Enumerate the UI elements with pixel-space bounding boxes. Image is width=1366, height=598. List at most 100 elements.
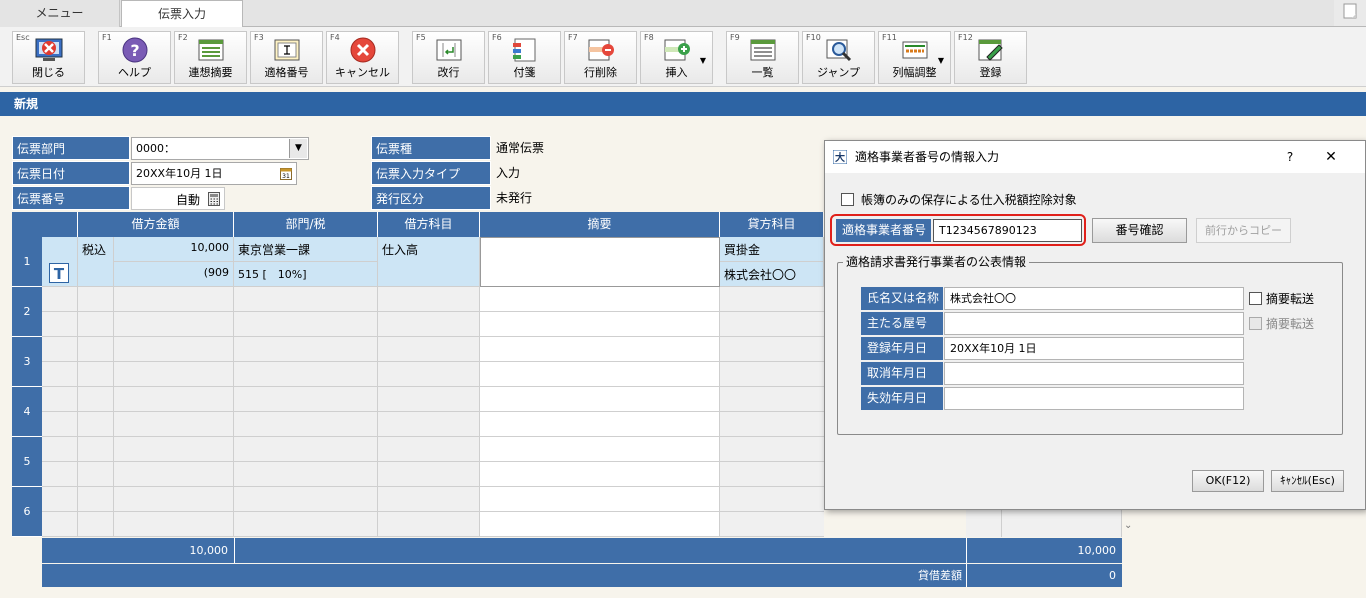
calendar-icon[interactable]: 31 (280, 167, 292, 180)
debit-amount-cell[interactable]: 10,000 (114, 237, 234, 262)
reg-number-label: 適格事業者番号 (836, 219, 931, 242)
ok-button[interactable]: OK(F12) (1192, 470, 1264, 492)
jump-button[interactable]: F10 ジャンプ (802, 31, 875, 84)
name-label: 氏名又は名称 (861, 287, 943, 310)
grid-right-columns (966, 510, 1122, 537)
fkey-label: F12 (958, 33, 973, 42)
fkey-label: F7 (568, 33, 578, 42)
transfer-summary-checkbox-disabled[interactable] (1249, 317, 1262, 330)
template-t-icon[interactable]: T (49, 263, 69, 283)
row-number[interactable]: 6 (12, 487, 42, 537)
debit-tax-amount-cell[interactable]: (909 (114, 262, 234, 287)
svg-text:?: ? (130, 41, 139, 60)
scroll-down-icon[interactable]: ⌄ (1124, 520, 1132, 531)
partner-cell[interactable]: 株式会社〇〇 (720, 262, 824, 287)
fkey-label: F8 (644, 33, 654, 42)
bookkeeping-only-label: 帳簿のみの保存による仕入税額控除対象 (861, 193, 1077, 207)
list-view-button[interactable]: F9 一覧 (726, 31, 799, 84)
button-label: 連想摘要 (188, 66, 233, 79)
balance-diff-value: 0 (966, 564, 1122, 587)
chevron-down-icon[interactable]: ▼ (289, 139, 307, 158)
newline-button[interactable]: F5 改行 (412, 31, 485, 84)
fkey-label: F3 (254, 33, 264, 42)
fkey-label: F9 (730, 33, 740, 42)
registration-date-input[interactable]: 20XX年10月 1日 (944, 337, 1244, 360)
button-label: 適格番号 (264, 66, 309, 79)
column-width-icon (902, 41, 928, 59)
cancel-date-input[interactable] (944, 362, 1244, 385)
col-header-debit-amount: 借方金額 (78, 212, 234, 237)
debit-account-cell[interactable]: 仕入高 (378, 237, 480, 287)
delete-row-icon (588, 39, 614, 61)
col-header-debit-account: 借方科目 (378, 212, 480, 237)
insert-button[interactable]: F8 ▼ 挿入 (640, 31, 713, 84)
svg-text:T: T (54, 265, 65, 283)
row-number[interactable]: 5 (12, 437, 42, 487)
close-icon[interactable]: ✕ (1321, 141, 1341, 173)
credit-account-cell[interactable]: 買掛金 (720, 237, 824, 262)
expiry-date-input[interactable] (944, 387, 1244, 410)
dept-cell[interactable]: 東京営業一課 (234, 237, 378, 262)
row-number[interactable]: 2 (12, 287, 42, 337)
magnifier-icon (826, 39, 852, 62)
row-number[interactable]: 4 (12, 387, 42, 437)
bookkeeping-only-checkbox[interactable] (841, 193, 854, 206)
calculator-icon[interactable] (208, 192, 220, 206)
help-icon[interactable]: ? (1280, 141, 1300, 173)
number-input[interactable]: 自動 (131, 187, 225, 210)
trade-name-input[interactable] (944, 312, 1244, 335)
reg-number-input[interactable]: T1234567890123 (933, 219, 1082, 242)
trade-name-label: 主たる屋号 (861, 312, 943, 335)
transfer-summary-label: 摘要転送 (1266, 292, 1315, 306)
date-label: 伝票日付 (12, 161, 130, 185)
button-label: ヘルプ (118, 66, 151, 79)
transfer-summary-checkbox[interactable] (1249, 292, 1262, 305)
close-button[interactable]: Esc 閉じる (12, 31, 85, 84)
column-width-button[interactable]: F11 ▼ 列幅調整 (878, 31, 951, 84)
svg-text:31: 31 (282, 173, 290, 180)
summary-cell[interactable] (480, 237, 720, 287)
tab-menu[interactable]: メニュー (0, 0, 120, 27)
dialog-cancel-button[interactable]: ｷｬﾝｾﾙ(Esc) (1271, 470, 1344, 492)
button-label: 付箋 (513, 66, 536, 79)
button-label: 改行 (437, 66, 460, 79)
list-icon (198, 39, 224, 61)
name-input[interactable]: 株式会社〇〇 (944, 287, 1244, 310)
panel-toggle-icon[interactable] (1334, 0, 1366, 26)
dept-select[interactable]: 0000： ▼ (131, 137, 309, 160)
row-number[interactable]: 3 (12, 337, 42, 387)
row-number[interactable]: 1 (12, 237, 42, 287)
delete-row-button[interactable]: F7 行削除 (564, 31, 637, 84)
sticky-note-icon (513, 38, 536, 62)
registration-date-label: 登録年月日 (861, 337, 943, 360)
number-value: 自動 (175, 193, 200, 207)
row-icon-cell[interactable]: T (42, 237, 78, 287)
dept-value: 0000： (136, 142, 175, 155)
balance-diff-label: 貸借差額 (42, 564, 966, 587)
app-logo-icon: 大 (833, 150, 847, 164)
empty-rows-area[interactable] (42, 287, 824, 537)
grid-corner (12, 212, 78, 237)
tax-type-cell[interactable]: 税込 (78, 237, 114, 287)
tax-code-cell[interactable]: 515 [ 10%] (234, 262, 378, 287)
col-header-dept-tax: 部門/税 (234, 212, 378, 237)
expiry-date-label: 失効年月日 (861, 387, 943, 410)
register-button[interactable]: F12 登録 (954, 31, 1027, 84)
qualified-invoice-dialog: 大 適格事業者番号の情報入力 ? ✕ 帳簿のみの保存による仕入税額控除対象 適格… (824, 140, 1366, 510)
qualified-number-button[interactable]: F3 適格番号 (250, 31, 323, 84)
copy-from-previous-button[interactable]: 前行からコピー (1196, 218, 1291, 243)
number-label: 伝票番号 (12, 186, 130, 210)
input-type-label: 伝票入力タイプ (371, 161, 491, 185)
button-label: 閉じる (32, 66, 65, 79)
associated-summary-button[interactable]: F2 連想摘要 (174, 31, 247, 84)
totals-spacer (234, 538, 966, 563)
cancel-button[interactable]: F4 キャンセル (326, 31, 399, 84)
date-value: 20XX年10月 1日 (136, 167, 223, 180)
help-button[interactable]: F1 ? ヘルプ (98, 31, 171, 84)
date-input[interactable]: 20XX年10月 1日 31 (131, 162, 297, 185)
col-header-credit-account: 貸方科目 (720, 212, 824, 237)
dialog-titlebar: 大 適格事業者番号の情報入力 ? ✕ (825, 141, 1365, 173)
confirm-number-button[interactable]: 番号確認 (1092, 218, 1187, 243)
tab-slip-entry[interactable]: 伝票入力 (121, 0, 243, 28)
sticky-note-button[interactable]: F6 付箋 (488, 31, 561, 84)
